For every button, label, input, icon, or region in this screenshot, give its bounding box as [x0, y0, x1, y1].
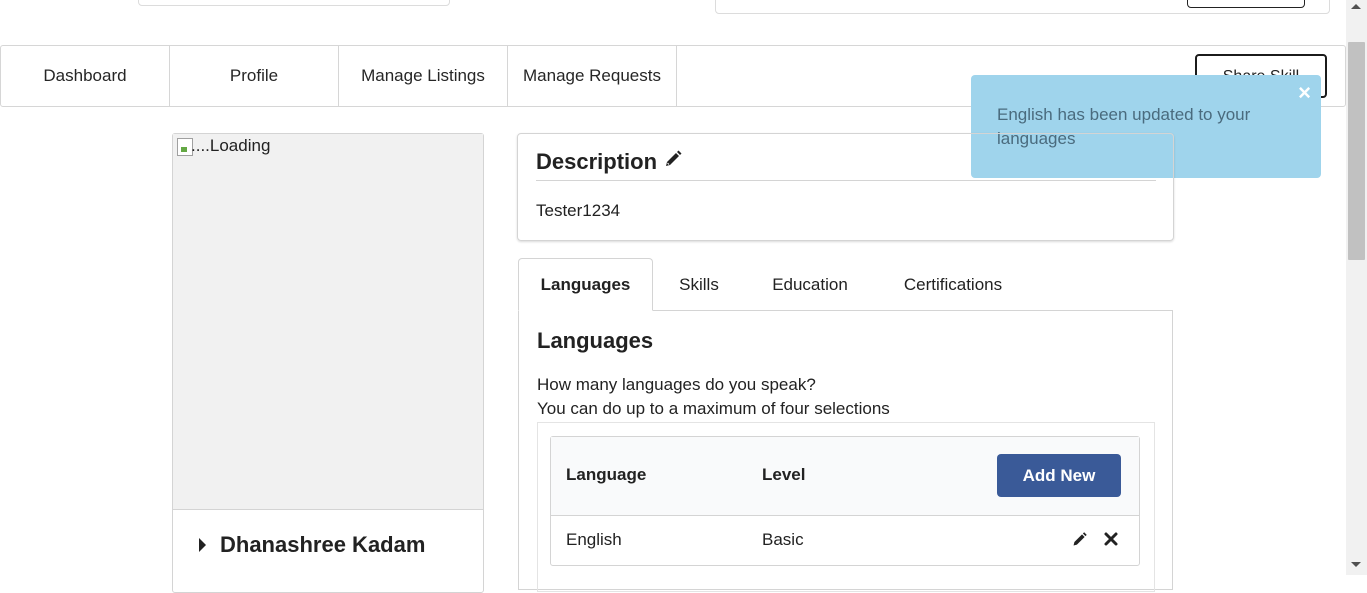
close-icon[interactable]: ×: [1298, 81, 1311, 105]
languages-help-text: How many languages do you speak?: [537, 375, 816, 394]
header-button-partial[interactable]: [1187, 0, 1305, 8]
description-title: Description: [536, 149, 683, 175]
profile-card: ....Loading Dhanashree Kadam: [172, 133, 484, 593]
column-header-language: Language: [566, 465, 647, 484]
table-header: Language Level Add New: [551, 437, 1139, 516]
profile-name-toggle[interactable]: Dhanashree Kadam: [173, 510, 483, 590]
pencil-icon[interactable]: [1071, 531, 1088, 553]
description-card: Description Tester1234: [517, 133, 1174, 241]
tab-skills[interactable]: Skills: [660, 258, 738, 311]
scrollbar-thumb[interactable]: [1348, 42, 1365, 260]
nav-manage-listings[interactable]: Manage Listings: [339, 46, 508, 106]
languages-limit-text: You can do up to a maximum of four selec…: [537, 399, 890, 418]
nav-profile[interactable]: Profile: [170, 46, 339, 106]
row-language: English: [566, 530, 622, 549]
search-field-partial[interactable]: [138, 0, 450, 6]
scroll-up-arrow-icon[interactable]: [1351, 4, 1361, 9]
divider: [536, 180, 1156, 181]
delete-icon[interactable]: [1103, 531, 1119, 552]
nav-manage-requests[interactable]: Manage Requests: [508, 46, 677, 106]
tab-languages[interactable]: Languages: [518, 258, 653, 311]
image-alt-text: ....Loading: [191, 136, 271, 155]
add-new-button[interactable]: Add New: [997, 454, 1121, 497]
description-title-text: Description: [536, 149, 658, 174]
caret-right-icon: [199, 538, 206, 552]
page-scrollbar[interactable]: [1346, 0, 1367, 575]
profile-name: Dhanashree Kadam: [220, 532, 426, 557]
tab-education[interactable]: Education: [755, 258, 865, 311]
description-text: Tester1234: [536, 201, 621, 220]
tab-certifications[interactable]: Certifications: [885, 258, 1021, 311]
languages-table: Language Level Add New English Basic: [550, 436, 1140, 566]
languages-title: Languages: [537, 328, 654, 353]
profile-image: ....Loading: [173, 134, 483, 510]
scroll-down-arrow-icon[interactable]: [1351, 562, 1361, 567]
pencil-icon[interactable]: [663, 149, 683, 175]
nav-dashboard[interactable]: Dashboard: [1, 46, 170, 106]
column-header-level: Level: [762, 465, 806, 484]
row-level: Basic: [762, 530, 804, 549]
